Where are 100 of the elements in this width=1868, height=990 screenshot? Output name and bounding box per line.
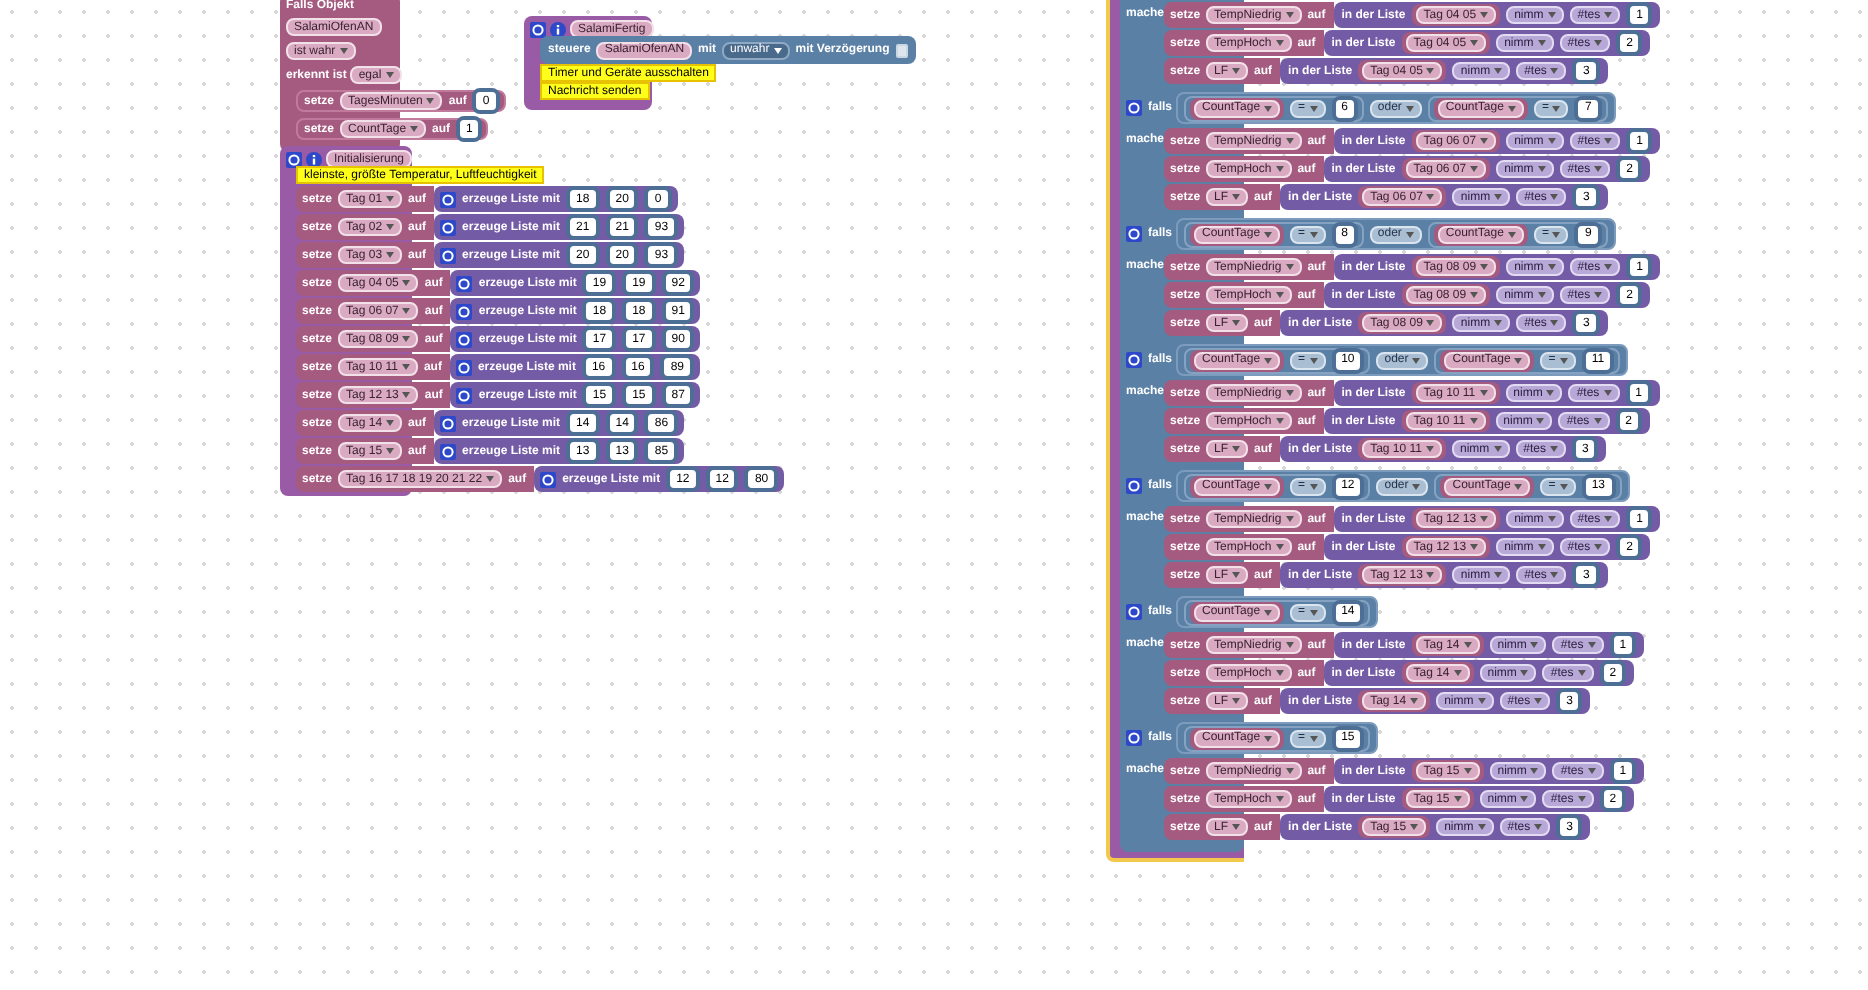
caret-icon <box>1550 68 1559 74</box>
caret-icon <box>1275 166 1284 172</box>
gear-icon[interactable] <box>456 303 473 319</box>
gear-icon[interactable] <box>456 387 473 403</box>
caret-icon <box>1309 231 1318 237</box>
caret-icon <box>1426 68 1435 74</box>
caret-icon <box>1232 824 1241 830</box>
caret-icon <box>402 392 411 398</box>
caret-icon <box>1520 796 1529 802</box>
caret-icon <box>1285 138 1294 144</box>
caret-icon <box>1285 642 1294 648</box>
caret-icon <box>1232 572 1241 578</box>
caret-icon <box>1426 320 1435 326</box>
caret-icon <box>1264 357 1273 363</box>
caret-icon <box>339 48 348 54</box>
caret-icon <box>1604 264 1613 270</box>
caret-icon <box>1275 796 1284 802</box>
caret-icon <box>1275 670 1284 676</box>
caret-icon <box>486 476 495 482</box>
caret-icon <box>410 126 419 132</box>
gear-icon[interactable] <box>440 415 457 431</box>
caret-icon <box>1410 824 1419 830</box>
caret-icon <box>1550 572 1559 578</box>
caret-icon <box>1552 105 1561 111</box>
caret-icon <box>386 252 395 258</box>
caret-icon <box>386 448 395 454</box>
caret-icon <box>1264 231 1273 237</box>
caret-icon <box>1547 264 1556 270</box>
gear-icon[interactable] <box>456 331 473 347</box>
gear-icon[interactable] <box>440 443 457 459</box>
caret-icon <box>1463 642 1472 648</box>
caret-icon <box>1470 544 1479 550</box>
caret-icon <box>1480 516 1489 522</box>
caret-icon <box>402 336 411 342</box>
gear-icon[interactable] <box>1126 352 1142 368</box>
gear-icon[interactable] <box>1126 100 1142 116</box>
caret-icon <box>1593 418 1602 424</box>
caret-icon <box>1577 796 1586 802</box>
caret-icon <box>1275 418 1284 424</box>
caret-icon <box>385 72 394 78</box>
checkbox[interactable] <box>895 43 908 57</box>
caret-icon <box>1587 768 1596 774</box>
gear-icon[interactable] <box>440 219 457 235</box>
caret-icon <box>1470 166 1479 172</box>
caret-icon <box>1479 390 1488 396</box>
caret-icon <box>1470 292 1479 298</box>
caret-icon <box>1232 446 1241 452</box>
caret-icon <box>1594 292 1603 298</box>
caret-icon <box>1547 12 1556 18</box>
gear-icon[interactable] <box>455 359 472 375</box>
caret-icon <box>1514 357 1523 363</box>
caret-icon <box>1537 166 1546 172</box>
gear-icon[interactable] <box>540 471 557 487</box>
caret-icon <box>1275 544 1284 550</box>
caret-icon <box>1507 105 1516 111</box>
gear-icon[interactable] <box>1126 478 1142 494</box>
caret-icon <box>1547 138 1556 144</box>
caret-icon <box>1494 320 1503 326</box>
caret-icon <box>1264 105 1273 111</box>
gear-icon[interactable] <box>1126 226 1142 242</box>
caret-icon <box>1275 292 1284 298</box>
caret-icon <box>1534 698 1543 704</box>
caret-icon <box>1405 105 1414 111</box>
caret-icon <box>1285 390 1294 396</box>
caret-icon <box>1412 483 1421 489</box>
caret-icon <box>1232 68 1241 74</box>
caret-icon <box>402 308 411 314</box>
gear-icon[interactable] <box>440 247 457 263</box>
caret-icon <box>1577 670 1586 676</box>
caret-icon <box>1507 231 1516 237</box>
caret-icon <box>1480 12 1489 18</box>
caret-icon <box>1412 357 1421 363</box>
caret-icon <box>1530 642 1539 648</box>
info-icon[interactable] <box>306 151 322 167</box>
gear-icon[interactable] <box>456 275 473 291</box>
gear-icon[interactable] <box>440 191 457 207</box>
gear-icon[interactable] <box>1126 604 1142 620</box>
caret-icon <box>1469 418 1478 424</box>
caret-icon <box>1494 572 1503 578</box>
caret-icon <box>1426 572 1435 578</box>
caret-icon <box>1264 609 1273 615</box>
gear-icon[interactable] <box>1126 730 1142 746</box>
info-icon[interactable] <box>550 21 566 37</box>
caret-icon <box>1480 138 1489 144</box>
caret-icon <box>1309 357 1318 363</box>
caret-icon <box>1426 194 1435 200</box>
caret-icon <box>1309 483 1318 489</box>
caret-icon <box>401 364 410 370</box>
caret-icon <box>426 98 435 104</box>
caret-icon <box>1410 698 1419 704</box>
caret-icon <box>1232 194 1241 200</box>
caret-icon <box>1534 824 1543 830</box>
caret-icon <box>1453 670 1462 676</box>
caret-icon <box>1604 12 1613 18</box>
caret-icon <box>386 196 395 202</box>
caret-icon <box>1477 824 1486 830</box>
caret-icon <box>1285 516 1294 522</box>
caret-icon <box>1594 544 1603 550</box>
caret-icon <box>1537 544 1546 550</box>
caret-icon <box>1232 698 1241 704</box>
